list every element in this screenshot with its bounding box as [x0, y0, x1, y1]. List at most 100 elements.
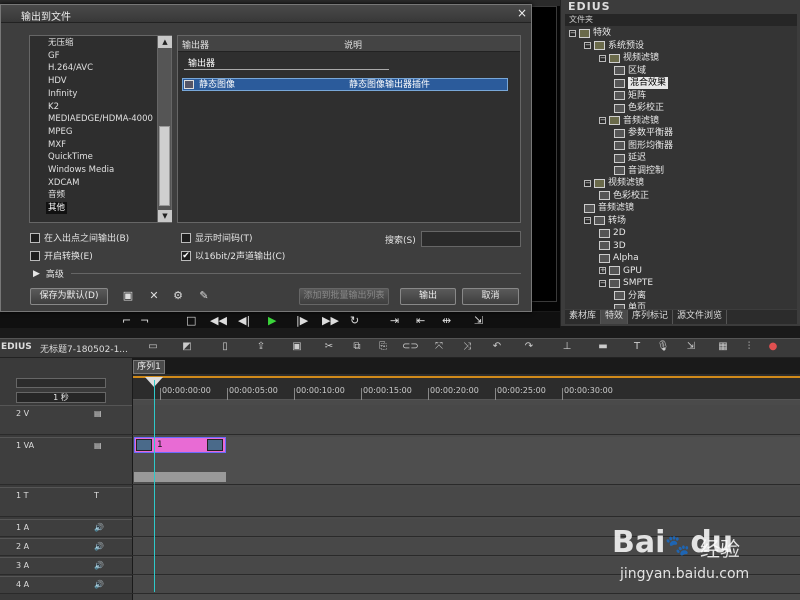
collapse-icon[interactable]: −	[569, 29, 576, 37]
track-lane[interactable]	[133, 437, 800, 484]
redo-icon[interactable]: ↷	[522, 340, 536, 354]
tree-node[interactable]: 单页	[614, 302, 646, 309]
video-clip[interactable]: 1	[134, 437, 226, 453]
column-description[interactable]: 说明	[344, 38, 362, 51]
delete-icon[interactable]: ✕	[147, 289, 161, 303]
title-icon[interactable]: T	[630, 340, 644, 354]
grid-icon[interactable]: ▦	[716, 340, 730, 354]
tree-node[interactable]: 色彩校正	[599, 190, 649, 202]
tree-node[interactable]: − SMPTE	[599, 277, 653, 289]
delete-clip-icon[interactable]: ⤧	[432, 340, 446, 354]
track-lane[interactable]	[133, 487, 800, 516]
mixer-icon[interactable]: ⫶	[742, 340, 756, 354]
check-icon[interactable]: ✔	[181, 250, 191, 261]
tree-node[interactable]: 图形均衡器	[614, 140, 673, 152]
tree-node[interactable]: − 音频滤镜	[599, 115, 659, 127]
video-track-icon[interactable]: ▤	[94, 441, 102, 450]
conversion-checkbox[interactable]: 开启转换(E)	[30, 249, 93, 262]
loop-icon[interactable]: ↻	[350, 314, 359, 327]
audio-clip[interactable]	[134, 472, 226, 482]
format-item[interactable]: MXF	[48, 139, 66, 151]
save-icon[interactable]: ▣	[121, 289, 135, 303]
output-file-icon[interactable]: ⇲	[684, 340, 698, 354]
in-out-checkbox[interactable]: 在入出点之间输出(B)	[30, 231, 129, 244]
format-item[interactable]: Infinity	[48, 88, 77, 100]
close-icon[interactable]: ×	[515, 6, 529, 20]
format-item[interactable]: XDCAM	[48, 177, 79, 189]
format-item[interactable]: MEDIAEDGE/HDMA-4000	[48, 113, 153, 125]
search-input[interactable]	[421, 231, 521, 247]
palette-tab[interactable]: 序列标记	[628, 310, 674, 324]
collapse-icon[interactable]: −	[584, 179, 591, 187]
play-icon[interactable]: ▶	[268, 314, 276, 327]
exporter-row[interactable]: 静态图像 静态图像输出器插件	[182, 78, 508, 91]
format-scrollbar[interactable]: ▲ ▼	[157, 36, 172, 222]
snap-icon[interactable]: ▬	[596, 340, 610, 354]
format-item[interactable]: H.264/AVC	[48, 62, 93, 74]
mode-icon[interactable]: ▭	[146, 340, 160, 354]
format-item[interactable]: GF	[48, 50, 59, 62]
overwrite-icon[interactable]: ⇤	[416, 314, 425, 327]
speaker-icon[interactable]: 🔊	[94, 561, 104, 570]
add-batch-button[interactable]: 添加到批量输出列表	[299, 288, 389, 305]
new-sequence-icon[interactable]: ◩	[180, 340, 194, 354]
format-item[interactable]: 其他	[46, 202, 68, 215]
mark-in-icon[interactable]: ⌐	[122, 314, 131, 327]
record-icon[interactable]: ●	[766, 340, 780, 354]
format-item[interactable]: K2	[48, 101, 59, 113]
tab-sequence[interactable]: 序列1	[133, 360, 165, 374]
save-default-button[interactable]: 保存为默认(D)	[30, 288, 108, 305]
insert-icon[interactable]: ⇥	[390, 314, 399, 327]
speaker-icon[interactable]: 🔊	[94, 523, 104, 532]
tree-node[interactable]: 区域	[614, 65, 646, 77]
tree-node[interactable]: 色彩校正	[614, 102, 664, 114]
track-lane[interactable]	[133, 405, 800, 434]
expand-icon[interactable]: +	[599, 267, 606, 274]
tree-node[interactable]: 分离	[614, 290, 646, 302]
tree-node[interactable]: − 转场	[584, 215, 626, 227]
tree-node[interactable]: − 系统预设	[584, 40, 644, 52]
link-icon[interactable]: ⊂⊃	[402, 340, 419, 354]
save-project-icon[interactable]: ▣	[290, 340, 304, 354]
cut-icon[interactable]: ✂	[322, 340, 336, 354]
fast-forward-icon[interactable]: ▶▶	[322, 314, 339, 327]
scrollbar-thumb[interactable]	[159, 126, 170, 206]
rewind-icon[interactable]: ◀◀	[210, 314, 227, 327]
checkbox-box[interactable]	[30, 232, 40, 243]
tree-node[interactable]: 延迟	[614, 152, 646, 164]
new-file-icon[interactable]: ▯	[218, 340, 232, 354]
format-list[interactable]: 无压缩 GF H.264/AVC HDV Infinity K2 MEDIAEDGE/HDM…	[29, 35, 172, 223]
checkbox-box[interactable]	[30, 250, 40, 261]
format-item[interactable]: 音频	[48, 189, 65, 201]
tree-node[interactable]: 音调控制	[614, 165, 664, 177]
ripple-delete-icon[interactable]: ⤨	[460, 340, 474, 354]
tree-node[interactable]: − 特效	[569, 27, 611, 39]
format-item[interactable]: Windows Media	[48, 164, 114, 176]
tree-node[interactable]: − 视频滤镜	[599, 52, 659, 64]
stop-icon[interactable]: □	[186, 314, 196, 327]
microphone-icon[interactable]: 🎙	[656, 340, 670, 354]
step-back-icon[interactable]: ◀|	[238, 314, 250, 327]
column-name[interactable]: 输出器	[182, 38, 209, 51]
palette-tab[interactable]: 源文件浏览	[673, 310, 728, 324]
collapse-icon[interactable]: −	[584, 42, 591, 49]
tree-node[interactable]: − 视频滤镜	[584, 177, 644, 189]
zoom-select[interactable]: 1 秒	[16, 392, 106, 403]
scroll-down-icon[interactable]: ▼	[158, 210, 172, 222]
collapse-icon[interactable]: −	[599, 279, 606, 287]
checkbox-box[interactable]	[181, 232, 191, 243]
export-button[interactable]: 输出	[400, 288, 456, 305]
palette-tab[interactable]: 特效	[601, 310, 629, 324]
cancel-button[interactable]: 取消	[462, 288, 519, 305]
marker-icon[interactable]: ⊥	[560, 340, 574, 354]
title-track-icon[interactable]: T	[94, 491, 99, 500]
trim-icon[interactable]: ⇹	[442, 314, 451, 327]
preset-icon[interactable]: ✎	[197, 289, 211, 303]
effects-tree[interactable]: − 特效 − 系统预设 − 视频滤镜 区域 混合效果 矩阵 色彩校正 − 音频滤镜 参数平衡器 图形均衡器…	[565, 26, 797, 309]
paste-icon[interactable]: ⎘	[376, 340, 390, 354]
output-icon[interactable]: ⇲	[474, 314, 483, 327]
video-track-icon[interactable]: ▤	[94, 409, 102, 418]
zoom-slider[interactable]	[16, 378, 106, 388]
collapse-icon[interactable]: −	[584, 217, 591, 224]
tree-node[interactable]: 参数平衡器	[614, 127, 673, 139]
